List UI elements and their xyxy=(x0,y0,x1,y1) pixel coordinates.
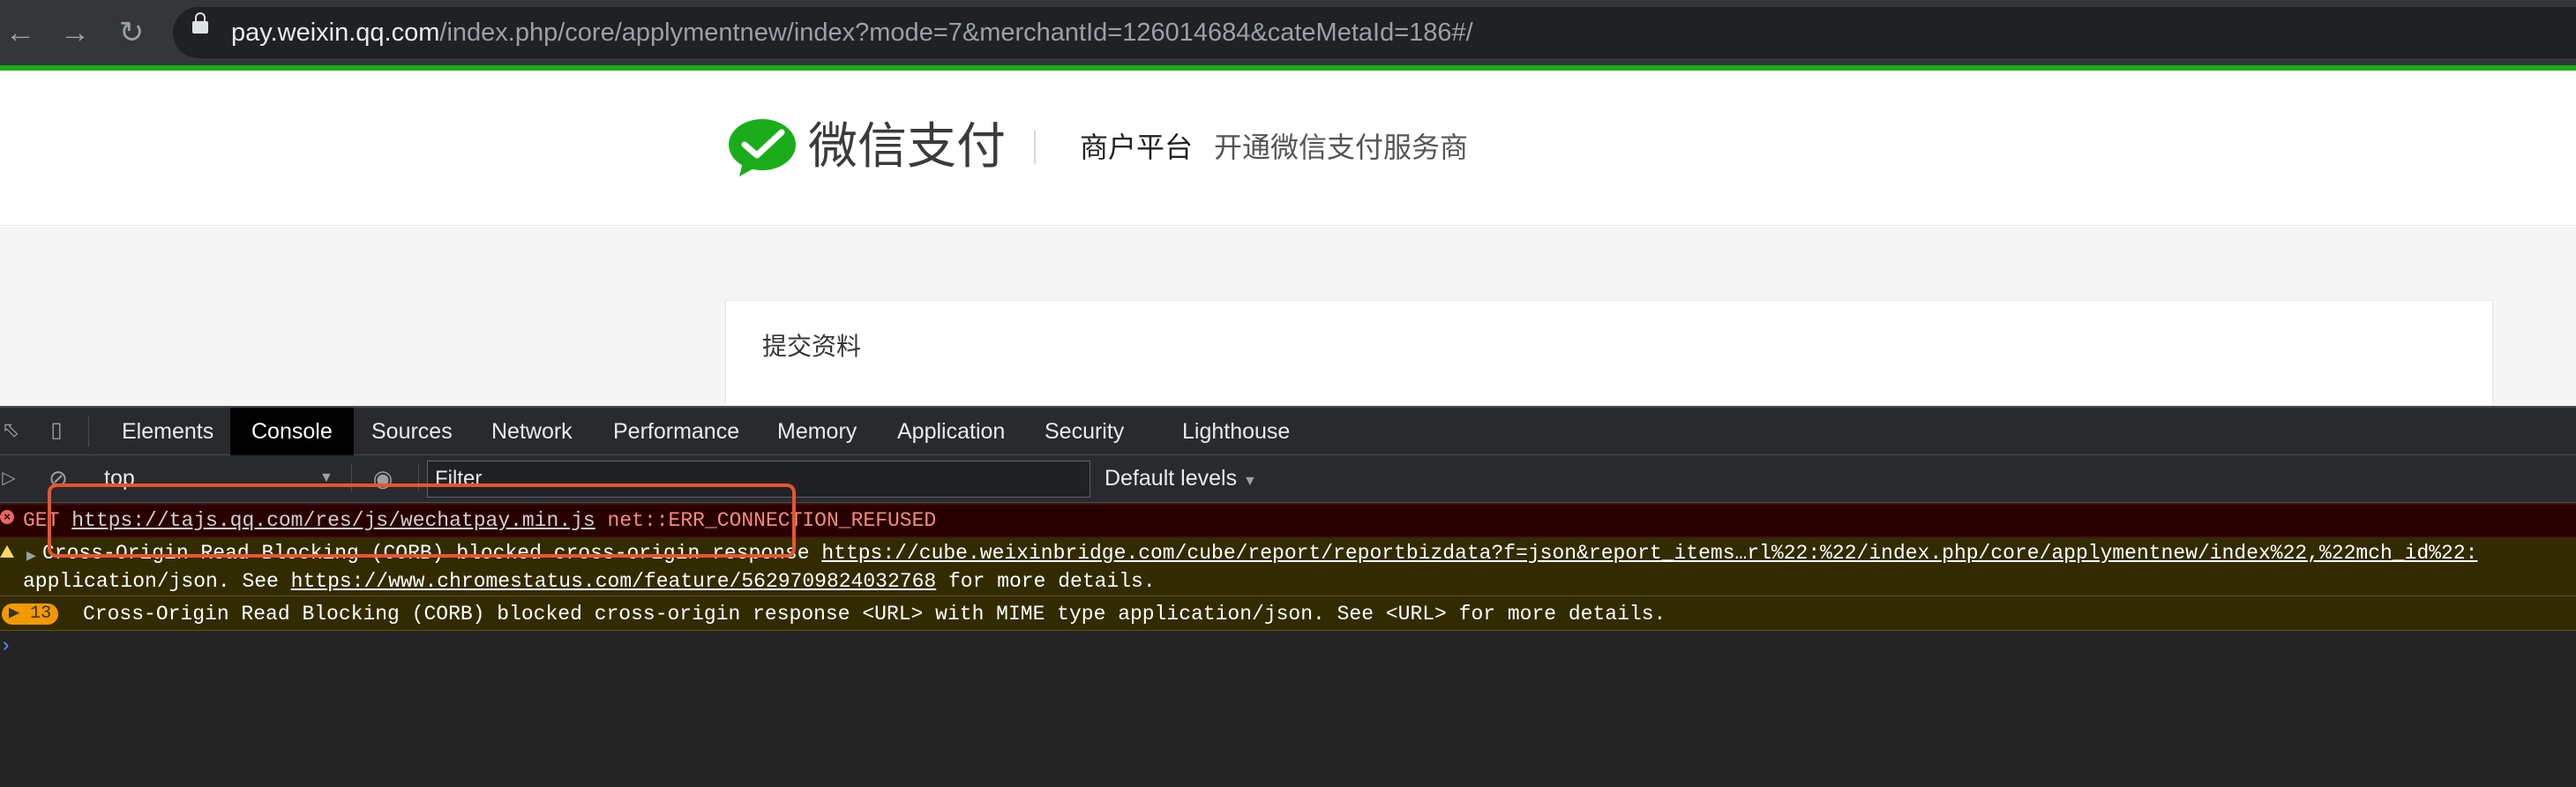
inspect-element-icon[interactable]: ⬁ xyxy=(0,415,26,446)
tab-performance[interactable]: Performance xyxy=(592,408,760,455)
page-subtitle: 开通微信支付服务商 xyxy=(1214,131,1469,163)
tab-security[interactable]: Security xyxy=(1023,408,1145,455)
grouped-warning-message: Cross-Origin Read Blocking (CORB) blocke… xyxy=(83,603,1666,626)
chevron-down-icon: ▼ xyxy=(1243,474,1257,489)
console-prompt-icon[interactable]: › xyxy=(0,633,11,660)
log-levels-dropdown[interactable]: Default levels ▼ xyxy=(1105,460,1257,497)
tab-network[interactable]: Network xyxy=(470,408,594,455)
lock-icon[interactable] xyxy=(192,12,208,34)
show-sidebar-icon[interactable]: ▷ xyxy=(0,462,25,494)
tab-application[interactable]: Application xyxy=(876,408,1026,455)
url-path: /index.php/core/applymentnew/index?mode=… xyxy=(439,19,1473,47)
tab-lighthouse[interactable]: Lighthouse xyxy=(1161,408,1311,455)
tab-separator xyxy=(88,416,89,446)
reload-icon[interactable]: ↻ xyxy=(111,12,152,53)
expand-triangle-icon: ▶ xyxy=(9,603,20,624)
brand-name[interactable]: 微信支付 xyxy=(808,111,1006,182)
log-levels-label: Default levels xyxy=(1105,466,1238,491)
warning-line2-prefix: application/json. See xyxy=(23,570,291,593)
forward-arrow-icon[interactable]: → xyxy=(55,12,95,53)
repeat-count: 13 xyxy=(30,603,52,624)
warning-line2-suffix: for more details. xyxy=(936,570,1156,593)
warning-url-link[interactable]: https://cube.weixinbridge.com/cube/repor… xyxy=(821,542,2477,565)
header-divider xyxy=(1034,131,1036,164)
chromestatus-link[interactable]: https://www.chromestatus.com/feature/562… xyxy=(291,570,937,593)
error-icon: × xyxy=(0,510,14,524)
back-arrow-icon[interactable]: ← xyxy=(0,12,41,53)
card-title: 提交资料 xyxy=(762,333,862,360)
highlight-annotation-box xyxy=(48,483,796,558)
tab-memory[interactable]: Memory xyxy=(756,408,878,455)
device-toolbar-icon[interactable]: ▯ xyxy=(41,415,72,446)
merchant-platform-label: 商户平台 xyxy=(1080,131,1194,163)
repeat-count-badge[interactable]: ▶ 13 xyxy=(2,603,59,625)
expand-triangle-icon[interactable]: ▶ xyxy=(26,542,36,568)
url-text[interactable]: pay.weixin.qq.com/index.php/core/applyme… xyxy=(231,14,1473,51)
warning-message-line2: application/json. See https://www.chrome… xyxy=(23,568,1156,595)
wechat-pay-logo-icon[interactable] xyxy=(727,118,798,178)
tab-sources[interactable]: Sources xyxy=(350,408,474,455)
tab-elements[interactable]: Elements xyxy=(101,408,235,455)
warning-icon xyxy=(0,545,14,558)
url-host: pay.weixin.qq.com xyxy=(231,19,440,47)
tab-console[interactable]: Console xyxy=(230,408,354,455)
form-card xyxy=(725,300,2493,423)
